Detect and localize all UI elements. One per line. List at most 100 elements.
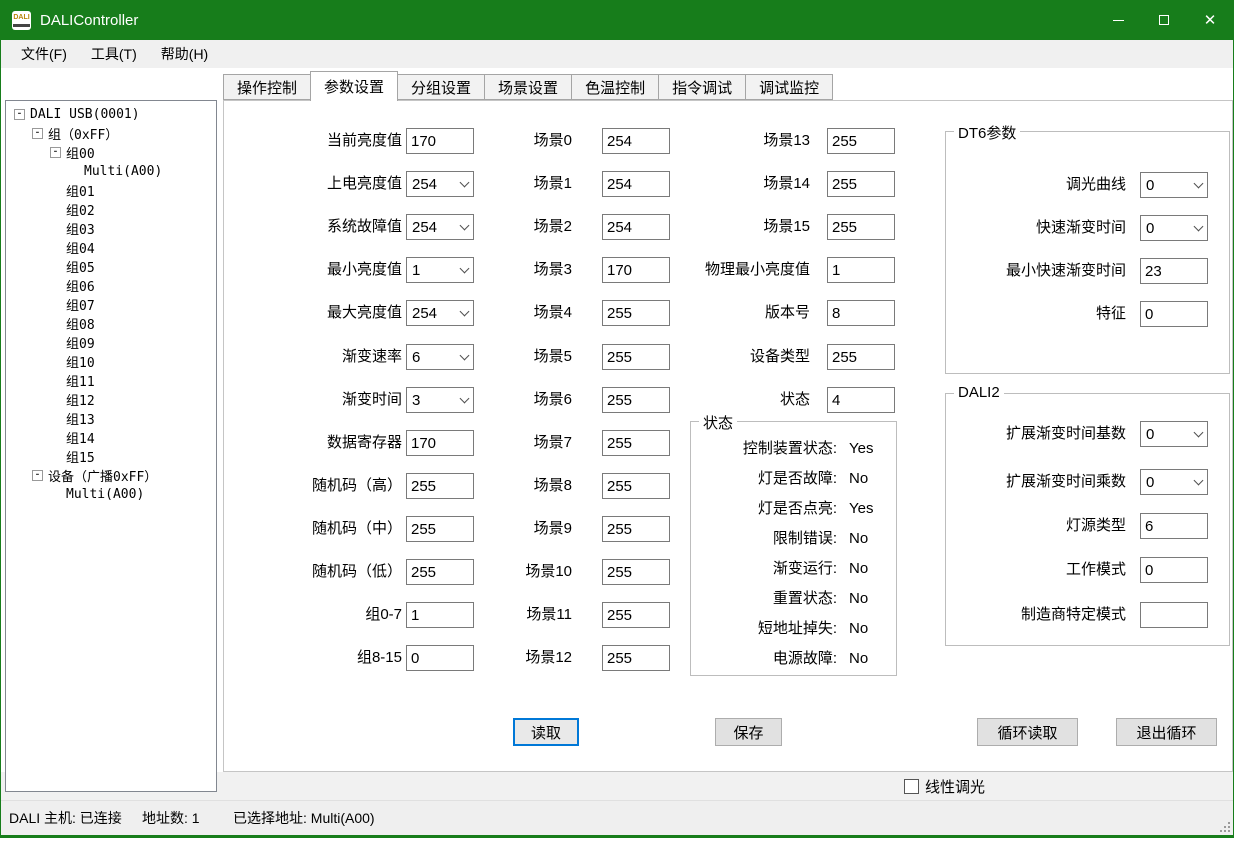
tree-item[interactable]: -组00 bbox=[6, 143, 216, 162]
status-row-label: 限制错误: bbox=[695, 529, 837, 549]
exit-loop-button[interactable]: 退出循环 bbox=[1116, 718, 1217, 746]
param-input[interactable] bbox=[827, 214, 895, 240]
tree-item[interactable]: 组12 bbox=[6, 390, 216, 409]
tree-item-label: 组02 bbox=[66, 200, 95, 219]
tab-debug-monitor[interactable]: 调试监控 bbox=[745, 74, 833, 100]
scene-input[interactable] bbox=[602, 430, 670, 456]
param-input[interactable] bbox=[827, 344, 895, 370]
tree-item[interactable]: 组14 bbox=[6, 428, 216, 447]
param-label: 组0-7 bbox=[226, 602, 402, 628]
param-label: 随机码（高） bbox=[226, 473, 402, 499]
dali2-param-combo[interactable]: 0 bbox=[1140, 421, 1208, 447]
maximize-button[interactable] bbox=[1141, 0, 1187, 40]
tree-item[interactable]: Multi(A00) bbox=[6, 485, 216, 504]
scene-input[interactable] bbox=[602, 559, 670, 585]
tree-item-label: DALI USB(0001) bbox=[30, 107, 140, 122]
dt6-param-combo[interactable]: 0 bbox=[1140, 172, 1208, 198]
dt6-param-combo[interactable]: 0 bbox=[1140, 215, 1208, 241]
tree-item[interactable]: 组06 bbox=[6, 276, 216, 295]
scene-input[interactable] bbox=[602, 387, 670, 413]
tree-item[interactable]: 组02 bbox=[6, 200, 216, 219]
tab-parameter-settings[interactable]: 参数设置 bbox=[310, 71, 398, 101]
scene-input[interactable] bbox=[602, 214, 670, 240]
tree-item[interactable]: Multi(A00) bbox=[6, 162, 216, 181]
scene-input[interactable] bbox=[602, 516, 670, 542]
scene-input[interactable] bbox=[602, 257, 670, 283]
dali2-group-body: 扩展渐变时间基数0扩展渐变时间乘数0灯源类型工作模式制造商特定模式 bbox=[946, 394, 1229, 645]
save-button[interactable]: 保存 bbox=[715, 718, 782, 746]
minimize-icon bbox=[1113, 20, 1124, 21]
menu-item-help[interactable]: 帮助(H) bbox=[153, 40, 216, 68]
resize-grip-icon[interactable] bbox=[1217, 819, 1230, 832]
tree-item[interactable]: -DALI USB(0001) bbox=[6, 105, 216, 124]
scene-input[interactable] bbox=[602, 344, 670, 370]
dt6-groupbox: DT6参数 调光曲线0快速渐变时间0最小快速渐变时间特征 bbox=[945, 131, 1230, 374]
linear-dimming-checkbox[interactable]: 线性调光 bbox=[904, 776, 985, 797]
scene-input[interactable] bbox=[602, 171, 670, 197]
tree-item-label: 组07 bbox=[66, 295, 95, 314]
param-label: 上电亮度值 bbox=[226, 171, 402, 197]
param-input[interactable] bbox=[827, 300, 895, 326]
tab-color-temp-control[interactable]: 色温控制 bbox=[571, 74, 659, 100]
param-input[interactable] bbox=[827, 171, 895, 197]
dali2-param-input[interactable] bbox=[1140, 557, 1208, 583]
tree-item[interactable]: 组09 bbox=[6, 333, 216, 352]
param-label: 场景15 bbox=[676, 214, 810, 240]
dali2-param-input[interactable] bbox=[1140, 513, 1208, 539]
param-input[interactable] bbox=[827, 387, 895, 413]
scene-input[interactable] bbox=[602, 602, 670, 628]
tree-item-label: Multi(A00) bbox=[84, 164, 162, 179]
tree-item[interactable]: 组10 bbox=[6, 352, 216, 371]
scene-input[interactable] bbox=[602, 473, 670, 499]
tree-item[interactable]: 组03 bbox=[6, 219, 216, 238]
tree-item-label: 组01 bbox=[66, 181, 95, 200]
tab-scene-settings[interactable]: 场景设置 bbox=[484, 74, 572, 100]
chevron-down-icon bbox=[1194, 221, 1204, 231]
dt6-param-label: 最小快速渐变时间 bbox=[946, 258, 1126, 284]
menu-item-tools[interactable]: 工具(T) bbox=[83, 40, 145, 68]
minus-box-icon[interactable]: - bbox=[50, 147, 61, 158]
scene-input[interactable] bbox=[602, 645, 670, 671]
status-row-value: Yes bbox=[849, 499, 873, 519]
tab-command-debug[interactable]: 指令调试 bbox=[658, 74, 746, 100]
tab-group-settings[interactable]: 分组设置 bbox=[397, 74, 485, 100]
status-selected-address: 已选择地址: Multi(A00) bbox=[233, 801, 375, 836]
tree-item[interactable]: 组15 bbox=[6, 447, 216, 466]
tab-operation-control[interactable]: 操作控制 bbox=[223, 74, 311, 100]
minus-box-icon[interactable]: - bbox=[32, 128, 43, 139]
chevron-down-icon bbox=[1194, 178, 1204, 188]
tree-item[interactable]: 组08 bbox=[6, 314, 216, 333]
tree-item[interactable]: 组05 bbox=[6, 257, 216, 276]
tree-item[interactable]: 组13 bbox=[6, 409, 216, 428]
dali2-param-input[interactable] bbox=[1140, 602, 1208, 628]
dt6-param-input[interactable] bbox=[1140, 258, 1208, 284]
tree-item[interactable]: 组01 bbox=[6, 181, 216, 200]
minus-box-icon[interactable]: - bbox=[14, 109, 25, 120]
param-input[interactable] bbox=[827, 257, 895, 283]
dali2-param-combo[interactable]: 0 bbox=[1140, 469, 1208, 495]
tree-item-label: 组09 bbox=[66, 333, 95, 352]
close-button[interactable]: ✕ bbox=[1187, 0, 1233, 40]
tree-item-label: 组05 bbox=[66, 257, 95, 276]
param-input[interactable] bbox=[827, 128, 895, 154]
tree-item[interactable]: -设备（广播0xFF） bbox=[6, 466, 216, 485]
tree-item[interactable]: 组11 bbox=[6, 371, 216, 390]
scene-input[interactable] bbox=[602, 128, 670, 154]
tree-item[interactable]: 组04 bbox=[6, 238, 216, 257]
tree-item-label: 组13 bbox=[66, 409, 95, 428]
scene-input[interactable] bbox=[602, 300, 670, 326]
loop-read-button[interactable]: 循环读取 bbox=[977, 718, 1078, 746]
checkbox-box[interactable] bbox=[904, 779, 919, 794]
tree-item[interactable]: 组07 bbox=[6, 295, 216, 314]
tree-item-label: 组06 bbox=[66, 276, 95, 295]
dt6-param-input[interactable] bbox=[1140, 301, 1208, 327]
status-row-label: 灯是否故障: bbox=[695, 469, 837, 489]
read-button[interactable]: 读取 bbox=[513, 718, 579, 746]
minus-box-icon[interactable]: - bbox=[32, 470, 43, 481]
minimize-button[interactable] bbox=[1095, 0, 1141, 40]
menu-item-file[interactable]: 文件(F) bbox=[13, 40, 75, 68]
param-label: 场景13 bbox=[676, 128, 810, 154]
scene-label: 场景7 bbox=[464, 430, 572, 456]
status-row-label: 短地址掉失: bbox=[695, 619, 837, 639]
tree-item[interactable]: -组（0xFF） bbox=[6, 124, 216, 143]
